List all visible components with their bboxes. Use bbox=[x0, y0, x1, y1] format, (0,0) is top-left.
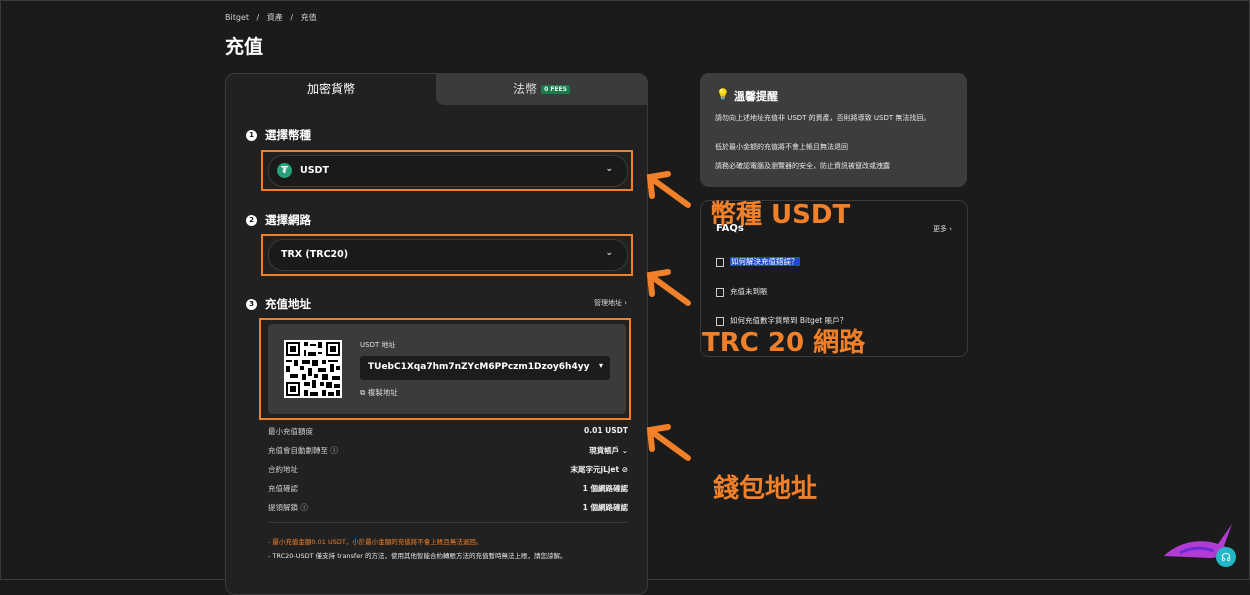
detail-key: 充值會自動劃轉至 ⓘ bbox=[268, 446, 338, 455]
detail-key: 合約地址 bbox=[268, 465, 298, 474]
annotation-wallet: 錢包地址 bbox=[713, 474, 818, 504]
detail-row: 最小充值額度 0.01 USDT bbox=[268, 426, 628, 445]
detail-row: 提領解鎖 ⓘ 1 個網路確認 bbox=[268, 502, 628, 521]
tab-fiat-label: 法幣 bbox=[513, 82, 538, 96]
address-highlight-box bbox=[259, 318, 631, 420]
svg-text:☊: ☊ bbox=[1221, 551, 1231, 564]
annotation-coin: 幣種 USDT bbox=[710, 200, 851, 230]
lightbulb-icon: 💡 bbox=[716, 88, 730, 101]
contract-address-link[interactable]: 末尾字元jLjet ⊘ bbox=[571, 464, 629, 475]
zero-fees-badge: 0 FEES bbox=[541, 85, 570, 94]
detail-value: 1 個網路確認 bbox=[582, 503, 628, 512]
step-deposit-address: 3 充值地址 bbox=[246, 296, 311, 312]
step-select-network: 2 選擇網路 bbox=[246, 212, 311, 228]
breadcrumb-sep: / bbox=[256, 13, 260, 22]
tip-item: 請務必確認電腦及瀏覽器的安全，防止資訊被竄改或洩露 bbox=[715, 162, 890, 170]
breadcrumb: Bitget / 資產 / 充值 bbox=[225, 12, 322, 23]
manage-address-link[interactable]: 管理地址 › bbox=[594, 298, 627, 308]
bird-logo-icon: ☊ bbox=[1164, 524, 1236, 567]
deposit-details: 最小充值額度 0.01 USDT 充值會自動劃轉至 ⓘ 現貨帳戶 ⌄ 合約地址 … bbox=[268, 426, 628, 521]
document-icon bbox=[716, 257, 724, 267]
step-number: 1 bbox=[246, 130, 257, 141]
step-label: 選擇幣種 bbox=[265, 128, 311, 142]
faq-item[interactable]: 如何解決充值錯誤？ bbox=[716, 256, 800, 267]
step-select-coin: 1 選擇幣種 bbox=[246, 127, 311, 143]
document-icon bbox=[716, 287, 724, 297]
tab-crypto-label: 加密貨幣 bbox=[306, 82, 355, 96]
min-deposit-warning: - 最小充值金額0.01 USDT，小於最小金額的充值將不會上賬且無法退回。 bbox=[268, 538, 483, 546]
detail-value: 0.01 USDT bbox=[584, 426, 628, 435]
breadcrumb-sep: / bbox=[290, 13, 294, 22]
detail-key: 最小充值額度 bbox=[268, 427, 313, 436]
deposit-panel: 加密貨幣 法幣 0 FEES 1 選擇幣種 ₮ USDT ⌄ 2 選擇網路 TRX (… bbox=[225, 73, 648, 595]
detail-row: 充值確認 1 個網路確認 bbox=[268, 483, 628, 502]
faq-item-label: 充值未到賬 bbox=[730, 287, 768, 296]
tip-item: 請勿向上述地址充值非 USDT 的資產，否則將導致 USDT 無法找回。 bbox=[715, 114, 931, 122]
step-number: 2 bbox=[246, 215, 257, 226]
breadcrumb-deposit: 充值 bbox=[300, 13, 317, 22]
detail-row: 合約地址 末尾字元jLjet ⊘ bbox=[268, 464, 628, 483]
faq-more-link[interactable]: 更多 › bbox=[933, 224, 952, 234]
tips-title: 溫馨提醒 bbox=[734, 90, 778, 103]
network-highlight-box bbox=[261, 234, 633, 276]
step-number: 3 bbox=[246, 299, 257, 310]
detail-row: 充值會自動劃轉至 ⓘ 現貨帳戶 ⌄ bbox=[268, 445, 628, 464]
trc20-transfer-note: - TRC20-USDT 僅支持 transfer 的方法，使用其他智能合約轉賬… bbox=[268, 552, 567, 560]
faq-item[interactable]: 充值未到賬 bbox=[716, 286, 768, 297]
detail-key: 充值確認 bbox=[268, 484, 298, 493]
auto-transfer-account-select[interactable]: 現貨帳戶 ⌄ bbox=[589, 445, 628, 456]
tips-card: 💡 溫馨提醒 請勿向上述地址充值非 USDT 的資產，否則將導致 USDT 無法… bbox=[700, 73, 967, 187]
detail-value: 1 個網路確認 bbox=[582, 484, 628, 493]
tab-fiat[interactable]: 法幣 0 FEES bbox=[436, 74, 647, 105]
annotation-network: TRC 20 網路 bbox=[702, 328, 866, 358]
tip-item: 低於最小金額的充值將不會上帳且無法退回 bbox=[715, 143, 848, 151]
divider bbox=[268, 522, 628, 523]
faq-item-label: 如何解決充值錯誤？ bbox=[730, 257, 800, 266]
detail-key: 提領解鎖 ⓘ bbox=[268, 503, 308, 512]
page-title: 充值 bbox=[225, 36, 264, 58]
coin-highlight-box bbox=[261, 150, 633, 191]
step-label: 選擇網路 bbox=[265, 213, 311, 227]
breadcrumb-assets[interactable]: 資產 bbox=[267, 13, 283, 22]
step-label: 充值地址 bbox=[265, 297, 311, 311]
breadcrumb-bitget[interactable]: Bitget bbox=[225, 13, 249, 22]
tab-crypto[interactable]: 加密貨幣 bbox=[226, 74, 436, 105]
